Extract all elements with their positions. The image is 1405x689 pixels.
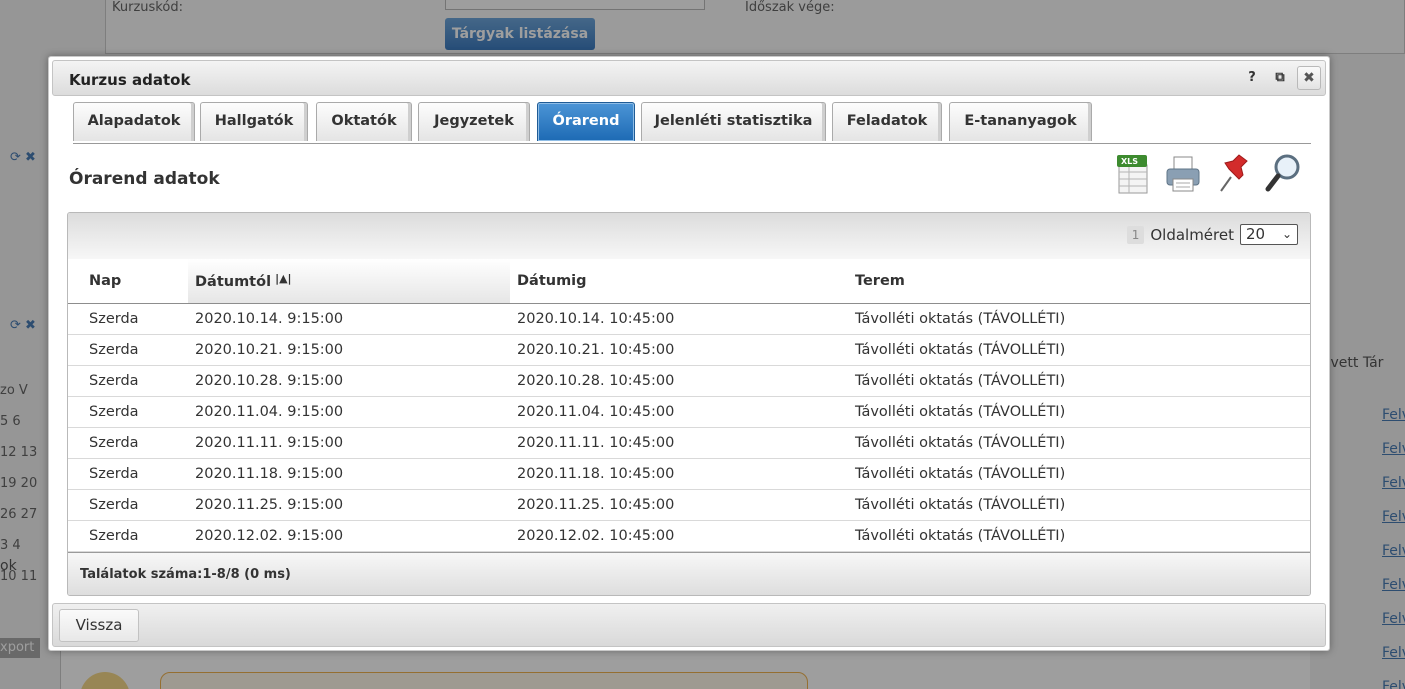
print-icon[interactable] [1163, 151, 1203, 195]
cell-datumtol: 2020.10.14. 9:15:00 [188, 303, 510, 335]
cell-datumig: 2020.11.25. 10:45:00 [510, 489, 850, 521]
page-size-value: 20 [1246, 225, 1266, 243]
tab-jelenleti-statisztika[interactable]: Jelenléti statisztika [641, 102, 826, 141]
page-size-select[interactable]: 20 ⌄ [1240, 224, 1298, 245]
tab-hallgatok[interactable]: Hallgatók [200, 102, 308, 141]
cell-datumig: 2020.11.04. 10:45:00 [510, 396, 850, 428]
table-row[interactable]: Szerda 2020.10.21. 9:15:00 2020.10.21. 10:… [68, 334, 1310, 366]
cell-datumtol: 2020.10.21. 9:15:00 [188, 334, 510, 366]
cell-datumig: 2020.10.28. 10:45:00 [510, 365, 850, 397]
grid-actions: XLS [1113, 151, 1303, 195]
sort-ascending-icon: |▲| [275, 271, 292, 285]
section-title: Órarend adatok [69, 169, 220, 189]
cell-nap: Szerda [68, 489, 188, 521]
cell-datumtol: 2020.11.25. 9:15:00 [188, 489, 510, 521]
cell-nap: Szerda [68, 396, 188, 428]
dialog-titlebar: Kurzus adatok ? ⧉ ✖ [52, 60, 1326, 96]
back-button[interactable]: Vissza [59, 609, 139, 642]
cell-terem: Távolléti oktatás (TÁVOLLÉTI) [850, 427, 1310, 459]
tab-bar: Alapadatok Hallgatók Oktatók Jegyzetek Ó… [73, 101, 1311, 144]
column-header-nap[interactable]: Nap [68, 259, 188, 304]
cell-datumig: 2020.11.18. 10:45:00 [510, 458, 850, 490]
schedule-table: Nap Dátumtól |▲| Dátumig Terem Szerda 2020… [68, 259, 1310, 552]
table-row[interactable]: Szerda 2020.10.28. 9:15:00 2020.10.28. 10:… [68, 365, 1310, 397]
cell-terem: Távolléti oktatás (TÁVOLLÉTI) [850, 458, 1310, 490]
dialog-title: Kurzus adatok [69, 71, 191, 89]
cell-terem: Távolléti oktatás (TÁVOLLÉTI) [850, 520, 1310, 552]
cell-nap: Szerda [68, 458, 188, 490]
cell-terem: Távolléti oktatás (TÁVOLLÉTI) [850, 396, 1310, 428]
cell-datumig: 2020.10.21. 10:45:00 [510, 334, 850, 366]
table-row[interactable]: Szerda 2020.11.04. 9:15:00 2020.11.04. 10:… [68, 396, 1310, 428]
course-data-dialog: Kurzus adatok ? ⧉ ✖ Alapadatok Hallgatók… [48, 56, 1330, 651]
cell-nap: Szerda [68, 427, 188, 459]
help-icon[interactable]: ? [1241, 66, 1263, 90]
cell-datumig: 2020.12.02. 10:45:00 [510, 520, 850, 552]
cell-datumtol: 2020.11.04. 9:15:00 [188, 396, 510, 428]
cell-terem: Távolléti oktatás (TÁVOLLÉTI) [850, 365, 1310, 397]
grid-toolbar: 1 Oldalméret 20 ⌄ [68, 213, 1310, 259]
column-header-terem[interactable]: Terem [850, 259, 1310, 304]
results-count: Találatok száma:1-8/8 (0 ms) [80, 567, 291, 582]
table-row[interactable]: Szerda 2020.11.25. 9:15:00 2020.11.25. 10:… [68, 489, 1310, 521]
cell-nap: Szerda [68, 365, 188, 397]
cell-datumtol: 2020.11.11. 9:15:00 [188, 427, 510, 459]
column-header-datumtol[interactable]: Dátumtól |▲| [188, 259, 510, 304]
table-row[interactable]: Szerda 2020.11.18. 9:15:00 2020.11.18. 10:… [68, 458, 1310, 490]
cell-datumtol: 2020.12.02. 9:15:00 [188, 520, 510, 552]
search-icon[interactable] [1263, 151, 1303, 195]
table-row[interactable]: Szerda 2020.12.02. 9:15:00 2020.12.02. 10:… [68, 520, 1310, 552]
page-size-label: Oldalméret [1150, 225, 1234, 244]
column-label: Dátumtól [195, 273, 272, 290]
page-number[interactable]: 1 [1126, 225, 1145, 244]
dialog-tools: ? ⧉ ✖ [1241, 66, 1321, 90]
close-icon[interactable]: ✖ [1297, 66, 1321, 90]
cell-terem: Távolléti oktatás (TÁVOLLÉTI) [850, 334, 1310, 366]
cell-datumig: 2020.10.14. 10:45:00 [510, 303, 850, 335]
schedule-grid: 1 Oldalméret 20 ⌄ Nap Dátumtól |▲| Dátumi… [67, 212, 1311, 596]
cell-nap: Szerda [68, 334, 188, 366]
tab-alapadatok[interactable]: Alapadatok [73, 102, 195, 141]
dialog-bottom-bar: Vissza [52, 603, 1326, 647]
tab-oktatok[interactable]: Oktatók [316, 102, 412, 141]
cell-terem: Távolléti oktatás (TÁVOLLÉTI) [850, 303, 1310, 335]
column-header-datumig[interactable]: Dátumig [510, 259, 850, 304]
tab-orarend[interactable]: Órarend [537, 102, 635, 141]
cell-terem: Távolléti oktatás (TÁVOLLÉTI) [850, 489, 1310, 521]
tab-jegyzetek[interactable]: Jegyzetek [418, 102, 530, 141]
grid-footer: Találatok száma:1-8/8 (0 ms) [68, 552, 1310, 595]
table-row[interactable]: Szerda 2020.11.11. 9:15:00 2020.11.11. 10:… [68, 427, 1310, 459]
cell-datumig: 2020.11.11. 10:45:00 [510, 427, 850, 459]
cell-nap: Szerda [68, 303, 188, 335]
cell-datumtol: 2020.11.18. 9:15:00 [188, 458, 510, 490]
chevron-down-icon: ⌄ [1281, 227, 1292, 241]
table-row[interactable]: Szerda 2020.10.14. 9:15:00 2020.10.14. 10:… [68, 303, 1310, 335]
tab-e-tananyagok[interactable]: E-tananyagok [949, 102, 1092, 141]
tab-feladatok[interactable]: Feladatok [832, 102, 942, 141]
svg-text:XLS: XLS [1121, 157, 1138, 166]
cell-datumtol: 2020.10.28. 9:15:00 [188, 365, 510, 397]
cell-nap: Szerda [68, 520, 188, 552]
xls-export-icon[interactable]: XLS [1113, 151, 1153, 195]
pager: 1 Oldalméret 20 ⌄ [1126, 224, 1298, 245]
table-header-row: Nap Dátumtól |▲| Dátumig Terem [68, 259, 1310, 304]
popout-icon[interactable]: ⧉ [1269, 66, 1291, 90]
pin-icon[interactable] [1213, 151, 1253, 195]
